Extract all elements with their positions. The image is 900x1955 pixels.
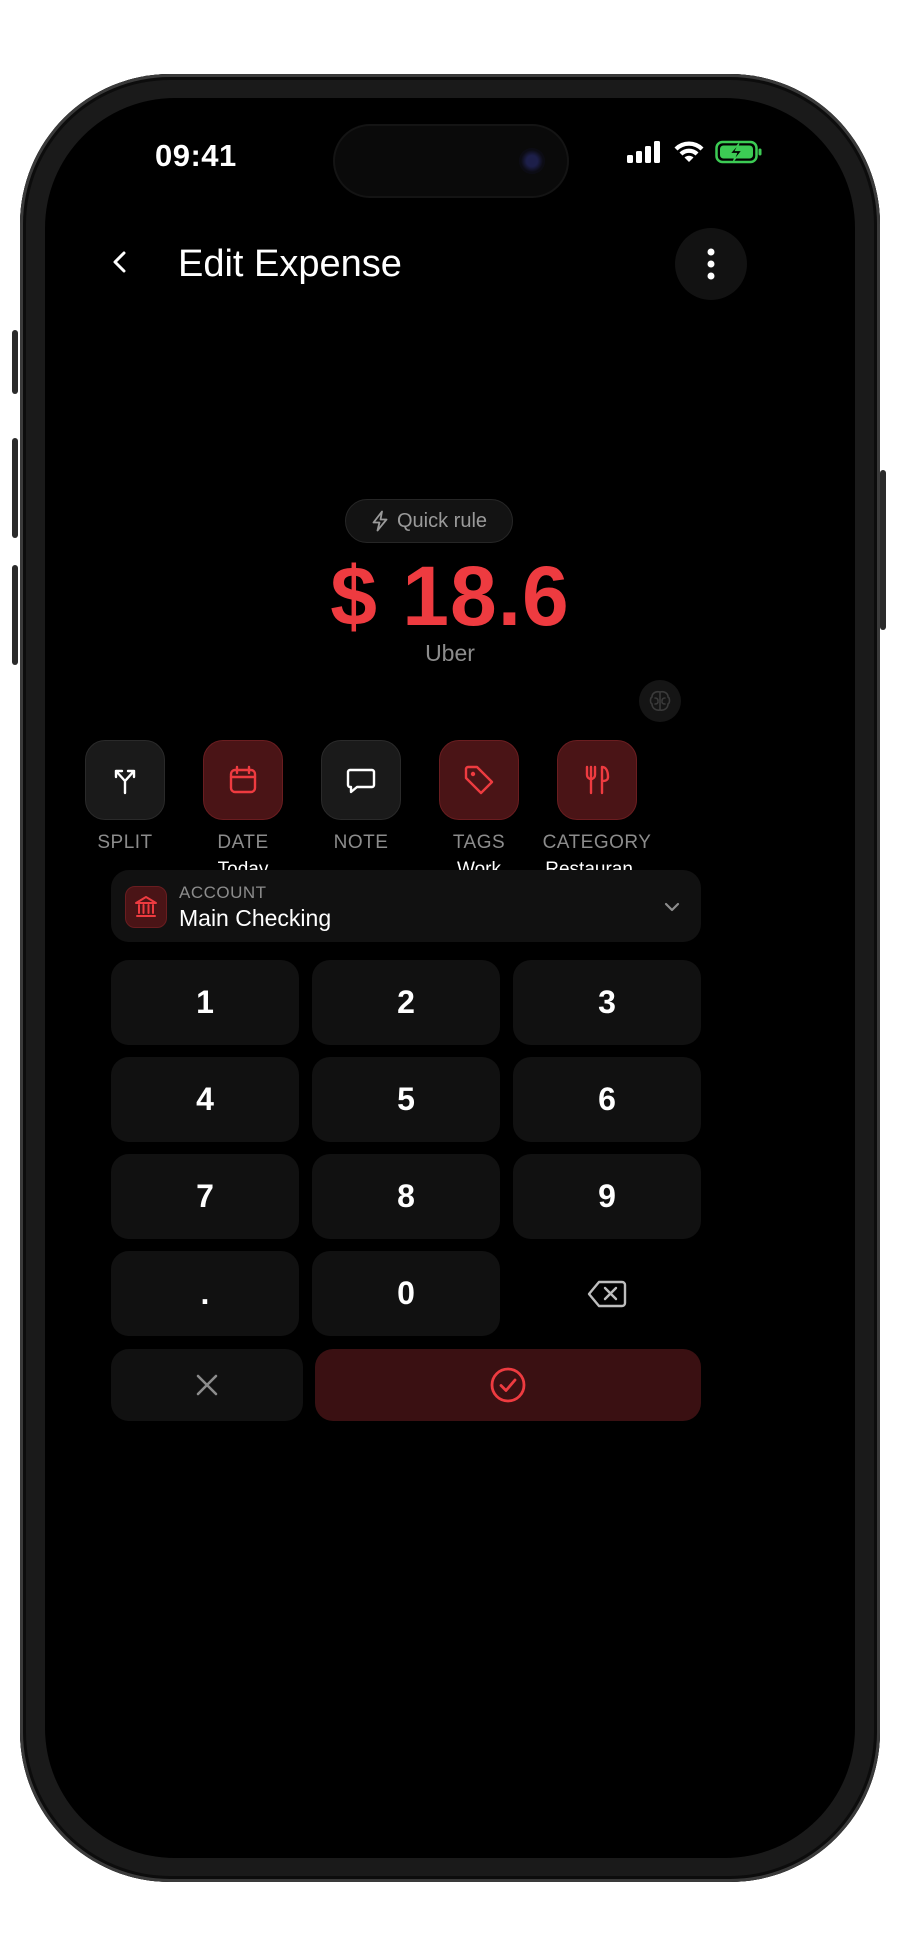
brain-icon xyxy=(649,690,671,711)
more-vertical-icon xyxy=(707,248,715,280)
close-icon xyxy=(196,1374,218,1396)
fork-knife-icon xyxy=(585,765,610,795)
save-button[interactable] xyxy=(315,1349,701,1421)
side-button-action xyxy=(12,330,18,394)
dynamic-island xyxy=(335,126,567,196)
split-tile[interactable] xyxy=(85,740,165,820)
account-selector[interactable]: ACCOUNT Main Checking xyxy=(111,870,701,942)
key-1[interactable]: 1 xyxy=(111,960,299,1045)
date-tile[interactable] xyxy=(203,740,283,820)
key-8[interactable]: 8 xyxy=(312,1154,500,1239)
split-icon xyxy=(114,769,136,795)
account-icon-tile xyxy=(125,886,167,928)
key-9[interactable]: 9 xyxy=(513,1154,701,1239)
action-category[interactable]: CATEGORY Restauran... xyxy=(537,740,657,881)
chevron-left-icon xyxy=(113,251,126,273)
action-tags[interactable]: TAGS Work xyxy=(419,740,539,881)
action-note[interactable]: NOTE xyxy=(301,740,421,859)
header-bar: Edit Expense xyxy=(45,218,855,308)
note-tile[interactable] xyxy=(321,740,401,820)
wifi-icon xyxy=(674,141,704,162)
key-3[interactable]: 3 xyxy=(513,960,701,1045)
key-4[interactable]: 4 xyxy=(111,1057,299,1142)
note-icon xyxy=(346,768,376,794)
side-button-power xyxy=(880,470,886,630)
key-7[interactable]: 7 xyxy=(111,1154,299,1239)
lightning-icon xyxy=(372,510,388,532)
backspace-icon xyxy=(587,1280,627,1307)
backspace-button[interactable] xyxy=(513,1251,701,1336)
action-label: TAGS xyxy=(452,832,506,853)
key-2[interactable]: 2 xyxy=(312,960,500,1045)
action-label: CATEGORY xyxy=(542,832,652,853)
quick-rule-button[interactable]: Quick rule xyxy=(345,499,513,543)
side-button-volume-up xyxy=(12,438,18,538)
calendar-icon xyxy=(229,765,257,794)
ai-suggest-button[interactable] xyxy=(639,680,681,722)
quick-rule-label: Quick rule xyxy=(396,509,488,532)
action-label: DATE xyxy=(217,832,269,853)
camera-icon xyxy=(519,148,545,174)
key-6[interactable]: 6 xyxy=(513,1057,701,1142)
page-title: Edit Expense xyxy=(178,243,402,285)
tag-icon xyxy=(464,765,494,795)
action-row: SPLIT DATE Today NOTE xyxy=(45,740,855,880)
status-icons xyxy=(627,140,763,164)
action-label: NOTE xyxy=(333,832,389,853)
tags-tile[interactable] xyxy=(439,740,519,820)
cancel-button[interactable] xyxy=(111,1349,303,1421)
side-button-volume-down xyxy=(12,565,18,665)
status-time: 09:41 xyxy=(155,138,237,173)
chevron-down-icon xyxy=(664,902,680,912)
amount-display[interactable]: $ 18.6 xyxy=(45,548,855,645)
key-5[interactable]: 5 xyxy=(312,1057,500,1142)
action-label: SPLIT xyxy=(97,832,153,853)
action-split[interactable]: SPLIT xyxy=(65,740,185,859)
merchant-name[interactable]: Uber xyxy=(45,640,855,667)
cellular-signal-icon xyxy=(627,141,660,163)
account-value: Main Checking xyxy=(179,905,332,931)
more-options-button[interactable] xyxy=(675,228,747,300)
bank-icon xyxy=(135,896,157,917)
back-button[interactable] xyxy=(93,234,149,290)
battery-charging-icon xyxy=(715,140,762,164)
check-circle-icon xyxy=(490,1367,526,1403)
account-label: ACCOUNT xyxy=(179,883,267,902)
category-tile[interactable] xyxy=(557,740,637,820)
key-decimal[interactable]: . xyxy=(111,1251,299,1336)
app-screen: 09:41 Edit Expense Quick rule $ 18.6 Ube… xyxy=(45,98,855,1858)
action-date[interactable]: DATE Today xyxy=(183,740,303,881)
key-0[interactable]: 0 xyxy=(312,1251,500,1336)
